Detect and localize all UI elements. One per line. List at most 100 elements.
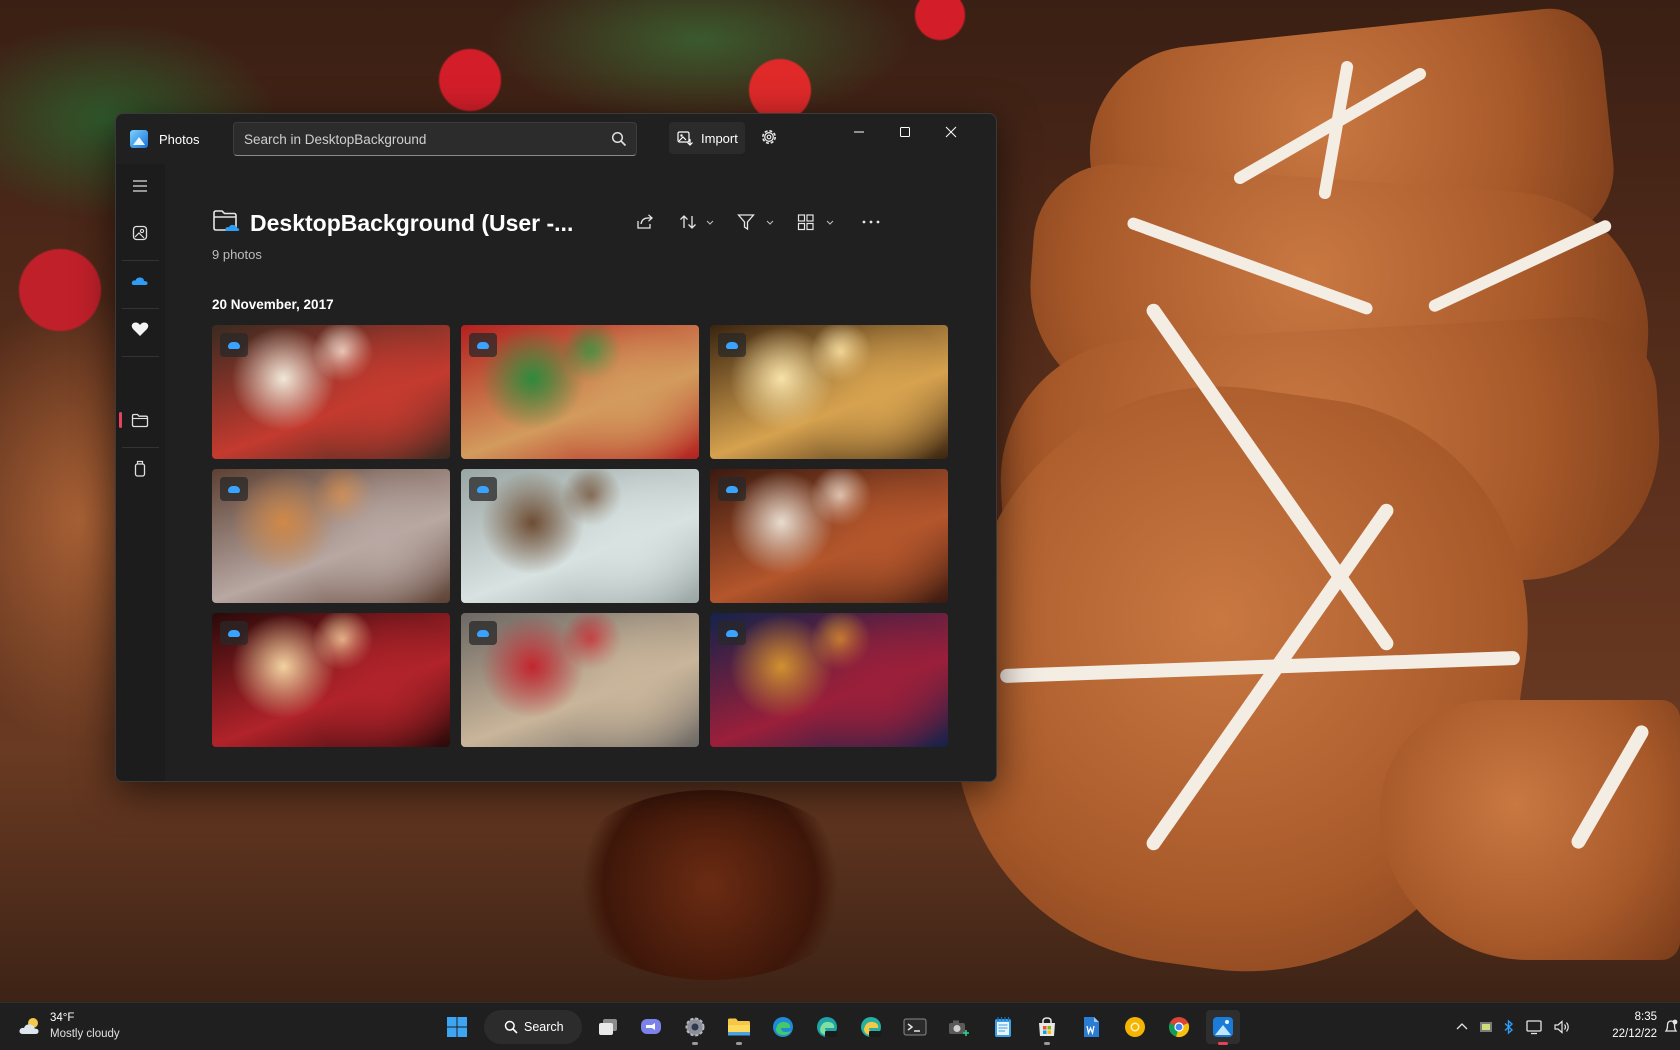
- photo-thumbnail[interactable]: [710, 325, 948, 459]
- notepad-icon: [995, 1017, 1011, 1037]
- start-button[interactable]: [440, 1010, 474, 1044]
- terminal-button[interactable]: [898, 1010, 932, 1044]
- snipping-tool-button[interactable]: [942, 1010, 976, 1044]
- filter-button[interactable]: [737, 210, 775, 234]
- taskbar-search-button[interactable]: Search: [484, 1010, 582, 1044]
- chrome-canary-button[interactable]: [1118, 1010, 1152, 1044]
- snipping-tool-icon: [949, 1020, 969, 1036]
- word-icon: [1084, 1017, 1099, 1037]
- edge-icon: [773, 1017, 793, 1037]
- clock-time: 8:35: [1634, 1011, 1657, 1023]
- edge-beta-icon: [817, 1017, 837, 1037]
- file-explorer-button[interactable]: [722, 1010, 756, 1045]
- heart-favorites-icon: [131, 322, 149, 336]
- photos-window: Photos Search in DesktopBackground Impor…: [115, 113, 997, 782]
- photo-thumbnail[interactable]: [461, 613, 699, 747]
- terminal-icon: [903, 1018, 927, 1036]
- weather-temperature: 34°F: [50, 1012, 75, 1024]
- title-bar[interactable]: Photos Search in DesktopBackground Impor…: [116, 114, 996, 164]
- edge-canary-button[interactable]: [854, 1010, 888, 1044]
- settings-gear-icon[interactable]: [759, 127, 779, 147]
- onedrive-cloud-icon: [131, 277, 148, 285]
- weather-description: Mostly cloudy: [50, 1028, 120, 1040]
- sidebar-item-device[interactable]: [124, 452, 156, 484]
- navigation-sidebar: [116, 164, 165, 781]
- import-button[interactable]: Import: [669, 122, 745, 154]
- onedrive-sync-icon: [220, 477, 248, 501]
- sort-icon: [680, 215, 714, 229]
- share-button[interactable]: [636, 210, 654, 234]
- microsoft-store-button[interactable]: [1030, 1010, 1064, 1045]
- photos-taskbar-button[interactable]: [1206, 1010, 1240, 1045]
- photo-thumbnail[interactable]: [710, 469, 948, 603]
- maximize-button[interactable]: [882, 114, 928, 150]
- chrome-button[interactable]: [1162, 1010, 1196, 1044]
- photo-thumbnail[interactable]: [461, 325, 699, 459]
- more-icon: [862, 220, 880, 224]
- onedrive-sync-icon: [718, 333, 746, 357]
- minimize-button[interactable]: [836, 114, 882, 150]
- search-input[interactable]: Search in DesktopBackground: [233, 122, 637, 156]
- onedrive-sync-icon: [469, 333, 497, 357]
- onedrive-sync-icon: [718, 477, 746, 501]
- ipod-device-icon: [134, 460, 146, 477]
- chrome-canary-icon: [1125, 1017, 1145, 1037]
- search-placeholder: Search in DesktopBackground: [244, 132, 427, 147]
- settings-app-button[interactable]: [678, 1010, 712, 1045]
- selection-indicator: [119, 412, 122, 428]
- filter-icon: [737, 214, 774, 231]
- edge-button[interactable]: [766, 1010, 800, 1044]
- close-button[interactable]: [928, 114, 974, 150]
- close-icon: [945, 126, 957, 138]
- notepad-button[interactable]: [986, 1010, 1020, 1044]
- sidebar-item-onedrive[interactable]: [124, 265, 156, 297]
- date-heading: 20 November, 2017: [212, 297, 334, 312]
- app-title: Photos: [159, 132, 200, 147]
- photo-thumbnail[interactable]: [212, 469, 450, 603]
- taskbar-search-label: Search: [524, 1020, 564, 1034]
- photo-thumbnail[interactable]: [212, 613, 450, 747]
- search-icon[interactable]: [611, 131, 627, 147]
- sidebar-item-favorites[interactable]: [124, 313, 156, 345]
- photo-count: 9 photos: [212, 247, 262, 262]
- cloudy-weather-icon: [19, 1018, 39, 1034]
- view-options-button[interactable]: [797, 210, 835, 234]
- onedrive-sync-icon: [220, 333, 248, 357]
- photos-icon: [1213, 1017, 1233, 1037]
- chrome-icon: [1168, 1017, 1190, 1038]
- microsoft-store-icon: [1039, 1017, 1055, 1036]
- sidebar-item-folders[interactable]: [124, 404, 156, 436]
- minimize-icon: [854, 131, 864, 133]
- network-icon[interactable]: [1525, 1019, 1543, 1035]
- menu-button[interactable]: [124, 170, 156, 202]
- onedrive-sync-icon: [469, 477, 497, 501]
- sort-button[interactable]: [679, 210, 715, 234]
- windows-start-icon: [447, 1017, 467, 1037]
- photo-grid: [212, 325, 948, 747]
- volume-icon[interactable]: [1553, 1019, 1571, 1035]
- folder-icon: [131, 413, 149, 427]
- bluetooth-icon[interactable]: [1503, 1019, 1515, 1035]
- photo-thumbnail[interactable]: [461, 469, 699, 603]
- gallery-icon: [132, 225, 148, 241]
- share-icon: [637, 214, 653, 229]
- file-explorer-icon: [728, 1018, 750, 1036]
- chevron-up-icon[interactable]: [1455, 1020, 1469, 1034]
- tray-app-icon[interactable]: [1479, 1020, 1493, 1034]
- notification-bell-icon[interactable]: [1664, 1018, 1678, 1036]
- word-button[interactable]: [1074, 1010, 1108, 1044]
- more-options-button[interactable]: [861, 210, 881, 234]
- clock-date: 22/12/22: [1612, 1028, 1657, 1040]
- onedrive-sync-icon: [469, 621, 497, 645]
- teams-chat-button[interactable]: [634, 1010, 668, 1044]
- grid-view-icon: [797, 214, 834, 231]
- import-label: Import: [701, 131, 738, 146]
- photo-thumbnail[interactable]: [710, 613, 948, 747]
- photos-app-icon: [130, 130, 148, 148]
- task-view-button[interactable]: [591, 1010, 625, 1044]
- task-view-icon: [599, 1019, 617, 1035]
- teams-chat-icon: [641, 1019, 661, 1034]
- sidebar-item-gallery[interactable]: [124, 217, 156, 249]
- photo-thumbnail[interactable]: [212, 325, 450, 459]
- edge-beta-button[interactable]: [810, 1010, 844, 1044]
